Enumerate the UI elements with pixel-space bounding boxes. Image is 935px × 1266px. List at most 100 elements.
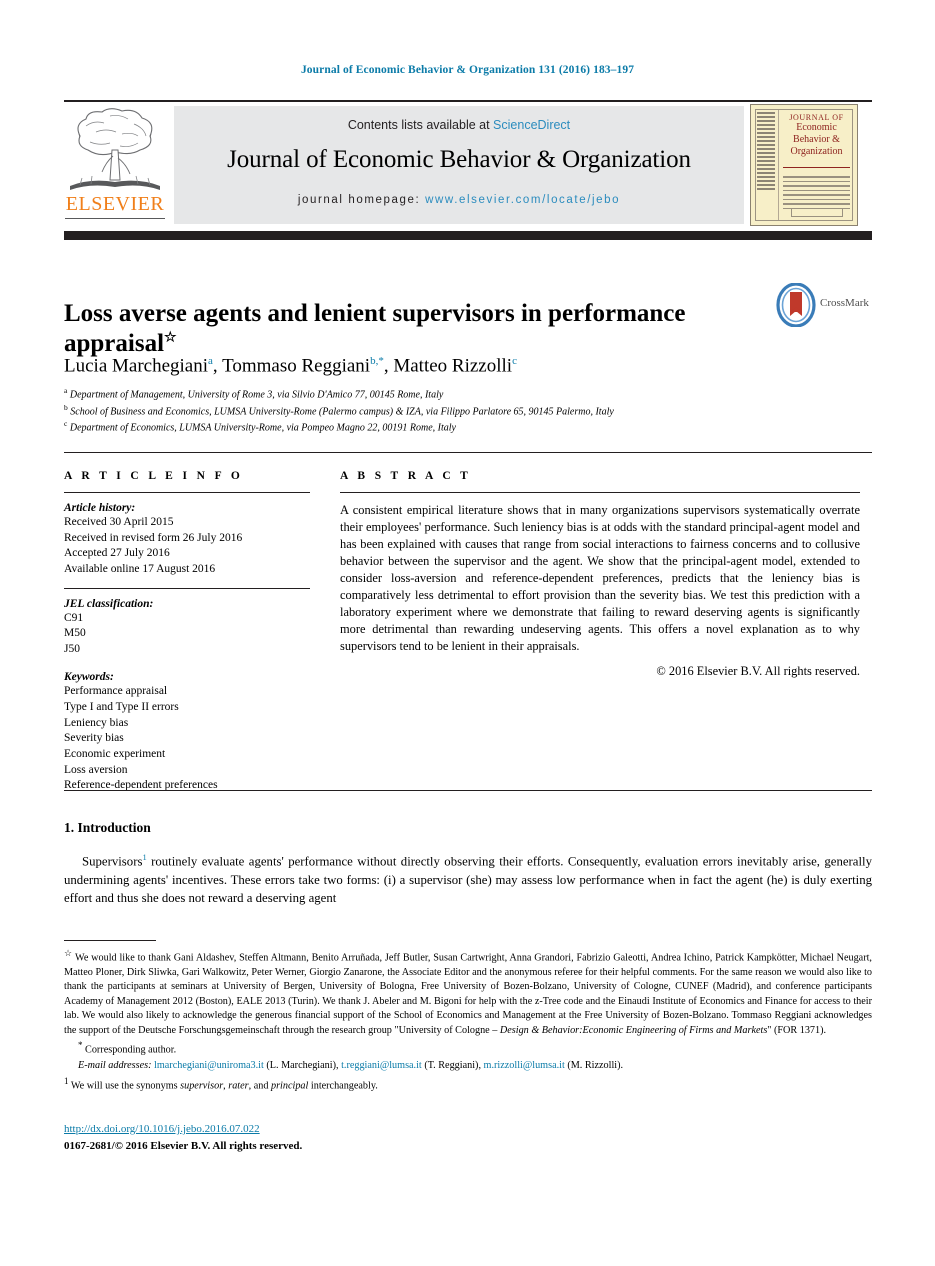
footnote-1-marker: 1	[64, 1075, 69, 1086]
issn-copyright-line: 0167-2681/© 2016 Elsevier B.V. All right…	[64, 1139, 303, 1152]
affiliation-marker-0: a	[64, 386, 68, 395]
journal-homepage-line: journal homepage: www.elsevier.com/locat…	[174, 194, 744, 206]
note1-italic-3: principal	[270, 1080, 309, 1092]
page-title: Loss averse agents and lenient superviso…	[64, 299, 754, 360]
jel-code: C91	[64, 611, 84, 624]
affiliation-text-1: School of Business and Economics, LUMSA …	[70, 405, 614, 417]
author-sep-0: ,	[212, 355, 223, 377]
history-item: Received 30 April 2015	[64, 516, 174, 528]
keyword-item: Severity bias	[64, 732, 124, 745]
article-footer: http://dx.doi.org/10.1016/j.jebo.2016.07…	[64, 1121, 302, 1154]
footnote-area: ☆ We would like to thank Gani Aldashev, …	[64, 947, 872, 1095]
journal-title: Journal of Economic Behavior & Organizat…	[227, 146, 691, 173]
jel-code: M50	[64, 627, 86, 640]
masthead-banner: Contents lists available at ScienceDirec…	[174, 106, 744, 224]
footnote-separator-rule	[64, 940, 156, 941]
body-top-rule	[64, 790, 872, 791]
abstract-heading: A B S T R A C T	[340, 470, 472, 482]
intro-text-part2: routinely evaluate agents' performance w…	[64, 854, 872, 906]
keyword-item: Reference-dependent preferences	[64, 779, 218, 792]
intro-text-part1: Supervisors	[82, 854, 143, 869]
corresponding-marker: *	[78, 1040, 83, 1051]
journal-masthead: ELSEVIER Contents lists available at Sci…	[64, 104, 872, 226]
introduction-paragraph: Supervisors1 routinely evaluate agents' …	[64, 851, 872, 908]
article-history-label: Article history:	[64, 502, 136, 514]
email-owner-1: (T. Reggiani),	[421, 1060, 484, 1072]
affiliation-text-2: Department of Economics, LUMSA Universit…	[69, 422, 456, 434]
cover-title: JOURNAL OF Economic Behavior & Organizat…	[781, 113, 852, 158]
footnote-star-marker: ☆	[64, 948, 73, 958]
article-info-column: A R T I C L E I N F O Article history: R…	[64, 470, 310, 794]
email-link-1[interactable]: t.reggiani@lumsa.it	[341, 1060, 422, 1071]
sciencedirect-link[interactable]: ScienceDirect	[493, 118, 570, 132]
author-name-2: Matteo Rizzolli	[393, 355, 513, 377]
cover-title-line4: Organization	[790, 146, 843, 158]
cover-title-line1: JOURNAL OF	[789, 113, 844, 122]
info-section-top-rule	[64, 452, 872, 453]
note1-italic-2: rater	[228, 1080, 249, 1092]
crossmark-label: CrossMark	[820, 297, 869, 309]
section-heading-introduction: 1. Introduction	[64, 820, 151, 835]
email-link-2[interactable]: m.rizzolli@lumsa.it	[484, 1060, 565, 1071]
jel-classification-label: JEL classification:	[64, 597, 154, 610]
elsevier-logo: ELSEVIER	[64, 106, 166, 226]
footnote-emails: E-mail addresses: lmarchegiani@uniroma3.…	[64, 1059, 872, 1073]
abstract-divider	[340, 492, 860, 493]
note1-part3: , and	[248, 1080, 271, 1092]
keyword-item: Leniency bias	[64, 716, 129, 729]
article-info-divider	[64, 492, 310, 493]
email-owner-0: (L. Marchegiani),	[263, 1060, 342, 1072]
acknowledgement-text: We would like to thank Gani Aldashev, St…	[64, 952, 872, 1036]
keyword-item: Performance appraisal	[64, 685, 168, 698]
article-page: Journal of Economic Behavior & Organizat…	[0, 0, 935, 1266]
note1-part4: interchangeably.	[308, 1080, 378, 1092]
abstract-copyright: © 2016 Elsevier B.V. All rights reserved…	[656, 663, 860, 678]
elsevier-underline	[65, 218, 165, 219]
footnote-acknowledgement: ☆ We would like to thank Gani Aldashev, …	[64, 947, 872, 1038]
abstract-text: A consistent empirical literature shows …	[340, 503, 860, 653]
author-sep-1: ,	[383, 355, 394, 377]
footnote-note-1: 1 We will use the synonyms supervisor, r…	[64, 1075, 872, 1094]
history-item: Available online 17 August 2016	[64, 562, 216, 575]
affiliation-item: c Department of Economics, LUMSA Univers…	[64, 419, 864, 436]
contents-available-line: Contents lists available at ScienceDirec…	[174, 118, 744, 132]
footnote-corresponding-author: * Corresponding author.	[64, 1039, 872, 1058]
author-affiliation-marker-2: c	[512, 355, 517, 367]
email-link-0[interactable]: lmarchegiani@uniroma3.it	[154, 1060, 264, 1071]
author-name-0: Lucia Marchegiani	[64, 355, 209, 377]
history-item: Received in revised form 26 July 2016	[64, 531, 243, 544]
history-item: Accepted 27 July 2016	[64, 547, 170, 560]
author-name-1: Tommaso Reggiani	[222, 355, 371, 377]
crossmark-icon	[776, 282, 816, 328]
title-footnote-marker: ☆	[164, 330, 177, 346]
email-label: E-mail addresses:	[78, 1060, 152, 1072]
elsevier-wordmark: ELSEVIER	[65, 193, 165, 215]
affiliation-item: a Department of Management, University o…	[64, 386, 864, 403]
cover-footer-box	[791, 208, 843, 217]
affiliation-marker-1: b	[64, 402, 68, 412]
masthead-top-rule	[64, 100, 872, 102]
note1-italic-1: supervisor	[180, 1080, 224, 1092]
cover-title-line2: Economic	[796, 122, 837, 134]
article-info-heading: A R T I C L E I N F O	[64, 470, 244, 482]
affiliation-item: b School of Business and Economics, LUMS…	[64, 403, 864, 420]
article-title-text: Loss averse agents and lenient superviso…	[64, 299, 686, 358]
doi-link[interactable]: http://dx.doi.org/10.1016/j.jebo.2016.07…	[64, 1121, 302, 1138]
cover-title-line3: Behavior &	[793, 134, 840, 146]
jel-divider	[64, 587, 310, 589]
author-affiliation-marker-1: b,*	[370, 355, 384, 367]
keyword-item: Type I and Type II errors	[64, 701, 179, 713]
keyword-item: Economic experiment	[64, 747, 166, 760]
acknowledgement-tail: " (FOR 1371).	[767, 1024, 827, 1036]
affiliation-list: a Department of Management, University o…	[64, 386, 864, 436]
author-list: Lucia Marchegiania, Tommaso Reggianib,*,…	[64, 355, 854, 377]
homepage-url-link[interactable]: www.elsevier.com/locate/jebo	[425, 194, 620, 206]
cover-body-lines	[783, 173, 850, 209]
jel-code: J50	[64, 642, 80, 655]
abstract-column: A B S T R A C T A consistent empirical l…	[340, 470, 860, 679]
keyword-item: Loss aversion	[64, 763, 128, 776]
crossmark-badge[interactable]: CrossMark	[776, 282, 872, 329]
email-owner-2: (M. Rizzolli).	[564, 1060, 624, 1072]
keywords-label: Keywords:	[64, 671, 114, 684]
